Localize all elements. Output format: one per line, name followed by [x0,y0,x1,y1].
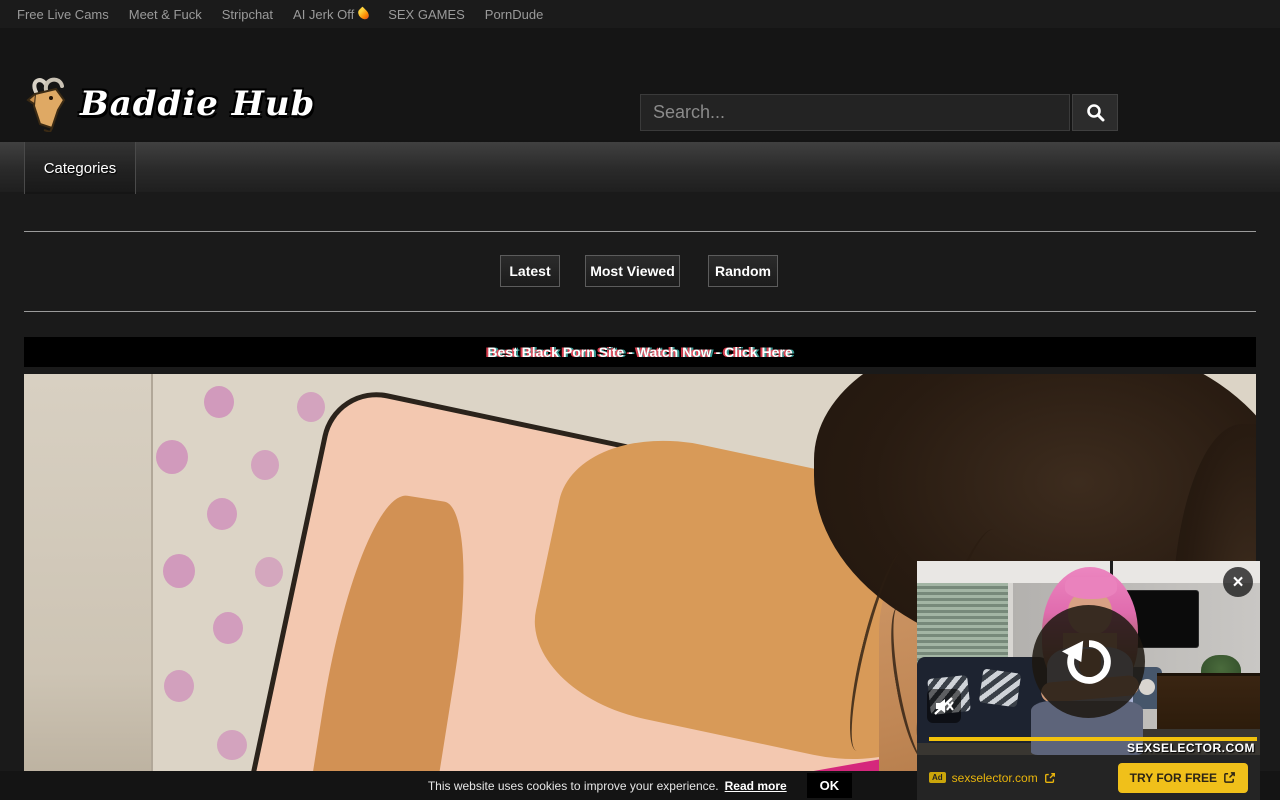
search-button[interactable] [1072,94,1118,131]
toplink-stripchat[interactable]: Stripchat [213,7,282,22]
toplink-ai-jerk-off[interactable]: AI Jerk Off [284,7,377,22]
video-ad-player[interactable]: × SEXSELECTOR.COM [917,561,1260,755]
polka-dot [251,450,279,480]
mute-button[interactable] [927,689,961,723]
external-link-icon [1044,772,1056,784]
polka-dot [164,670,194,702]
ad-footer-bar: Ad sexselector.com TRY FOR FREE [917,755,1260,800]
search-bar [640,94,1118,131]
banner-text: Best Black Porn Site - Watch Now - Click… [487,344,792,360]
try-for-free-button[interactable]: TRY FOR FREE [1118,763,1248,793]
polka-dot [217,730,247,760]
wall-corner-line [151,374,153,800]
toplink-label: Stripchat [222,7,273,22]
top-links-bar: Free Live Cams Meet & Fuck Stripchat AI … [0,0,1280,28]
site-header: Baddie Hub [0,28,1280,140]
divider [24,311,1256,312]
site-logo[interactable]: Baddie Hub [22,76,315,132]
ad-scene-side-table [1139,679,1155,695]
toplink-label: PornDude [485,7,544,22]
close-icon: × [1232,573,1243,592]
cookie-message: This website uses cookies to improve you… [428,779,719,793]
goat-icon [22,76,74,132]
toplink-label: AI Jerk Off [293,7,354,22]
toplink-free-live-cams[interactable]: Free Live Cams [8,7,118,22]
page: Free Live Cams Meet & Fuck Stripchat AI … [0,0,1280,800]
tab-most-viewed[interactable]: Most Viewed [585,255,680,287]
polka-dot [297,392,325,422]
muted-speaker-icon [934,697,954,715]
polka-dot [163,554,195,588]
close-ad-button[interactable]: × [1223,567,1253,597]
fire-icon [356,7,371,22]
ad-site-link[interactable]: Ad sexselector.com [929,771,1056,785]
toplink-label: SEX GAMES [388,7,465,22]
main-nav: Categories [0,140,1280,192]
text-ad-banner[interactable]: Best Black Porn Site - Watch Now - Click… [24,337,1256,367]
logo-text: Baddie Hub [80,84,315,124]
ad-brand-watermark: SEXSELECTOR.COM [1127,741,1255,755]
nav-item-categories[interactable]: Categories [24,142,136,194]
toplink-label: Meet & Fuck [129,7,202,22]
tab-latest[interactable]: Latest [500,255,560,287]
polka-dot [204,386,234,418]
ad-site-text: sexselector.com [952,771,1038,785]
polka-dot [213,612,243,644]
toplink-porndude[interactable]: PornDude [476,7,553,22]
wall [24,374,151,800]
tab-random[interactable]: Random [708,255,778,287]
toplink-meet-and-fuck[interactable]: Meet & Fuck [120,7,211,22]
toplink-sex-games[interactable]: SEX GAMES [379,7,474,22]
cookie-read-more-link[interactable]: Read more [725,779,787,793]
polka-dot [255,557,283,587]
toplink-label: Free Live Cams [17,7,109,22]
ad-badge: Ad [929,772,946,783]
cta-label: TRY FOR FREE [1130,771,1217,785]
chevron-pillow [979,669,1021,708]
replay-arrow-icon [1060,633,1118,691]
magnifier-icon [1086,103,1105,122]
external-link-icon [1223,771,1236,784]
divider [24,231,1256,232]
polka-dot [207,498,237,530]
polka-dot [156,440,188,474]
replay-button[interactable] [1032,605,1145,718]
search-input[interactable] [640,94,1070,131]
ad-woman-bangs [1065,577,1117,599]
cookie-ok-button[interactable]: OK [807,773,853,798]
